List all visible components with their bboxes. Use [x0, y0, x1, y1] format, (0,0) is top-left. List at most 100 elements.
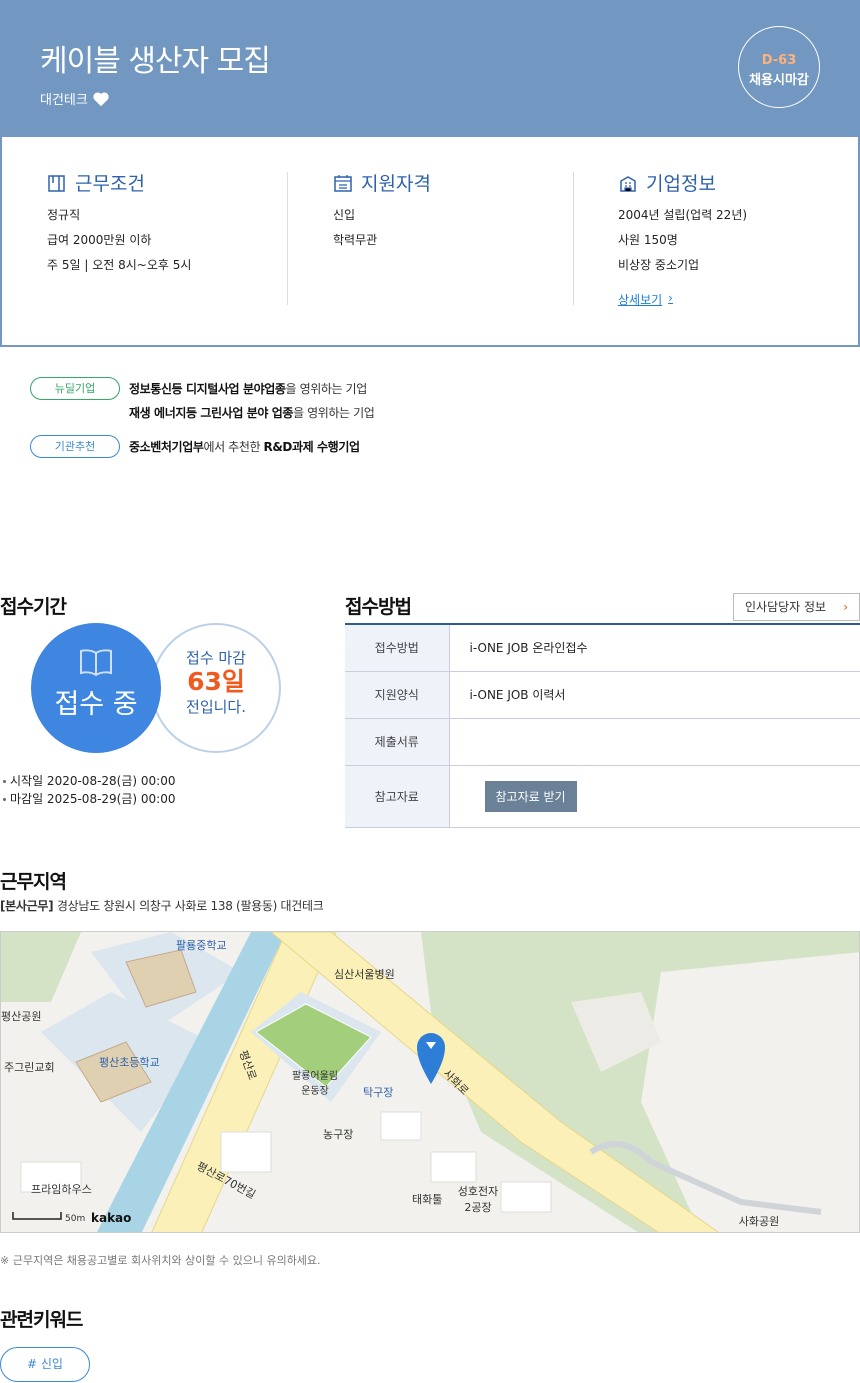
method-table: 접수방법 i-ONE JOB 온라인접수 지원양식 i-ONE JOB 이력서 제출… — [345, 623, 860, 828]
badge-line: 재생 에너지등 그린사업 분야 업종을 영위하는 기업 — [129, 404, 375, 421]
download-reference-button[interactable]: 참고자료 받기 — [484, 780, 577, 812]
newdeal-badge: 뉴딜기업 — [30, 377, 120, 400]
map-label: 탁구장 — [363, 1086, 394, 1099]
job-title: 케이블 생산자 모집 — [40, 44, 271, 79]
table-row: 접수방법 i-ONE JOB 온라인접수 — [345, 624, 860, 672]
kakao-logo: kakao — [91, 1211, 132, 1225]
chevron-right-icon: › — [668, 291, 673, 305]
corp-item: 2004년 설립(업력 22년) — [618, 208, 748, 222]
map-label: 팔룡중학교 — [176, 939, 227, 952]
work-item: 급여 2000만원 이하 — [47, 233, 152, 247]
badge-rest: 을 영위하는 기업 — [293, 406, 375, 420]
status-text: 접수 중 — [54, 689, 138, 720]
qualifications: 지원자격 신입 학력무관 — [333, 172, 583, 256]
remain-bottom: 전입니다. — [186, 698, 246, 716]
open-book-icon — [80, 649, 112, 677]
calendar-icon — [334, 174, 352, 192]
row-value: i-ONE JOB 온라인접수 — [449, 624, 860, 672]
company-info: 기업정보 2004년 설립(업력 22년) 사원 150명 비상장 중소기업 상… — [618, 172, 860, 308]
dday-count: D-63 — [761, 53, 797, 68]
badge-bold: 정보통신등 디지털사업 분야업종 — [129, 382, 286, 396]
row-value: 참고자료 받기 — [449, 765, 860, 828]
company-row: 대건테크 — [40, 89, 110, 108]
corp-title: 기업정보 — [646, 173, 716, 195]
map-label: 주그린교회 — [4, 1061, 55, 1074]
method-title: 접수방법 — [345, 596, 412, 618]
row-key: 참고자료 — [345, 765, 450, 828]
badge-rest: 을 영위하는 기업 — [285, 382, 368, 396]
corp-item: 비상장 중소기업 — [618, 258, 700, 272]
badge-bold: 중소벤처기업부 — [129, 440, 204, 454]
map-label: 사화공원 풋살장 — [738, 1215, 780, 1232]
badge-rest: 에서 추천한 — [203, 440, 264, 454]
bullet — [3, 798, 6, 801]
map-scale-label: 50m — [65, 1214, 86, 1224]
park-area — [1, 932, 81, 1002]
qual-item: 학력무관 — [333, 233, 378, 247]
book-icon — [48, 174, 65, 192]
map-label: 평산공원 — [1, 1010, 42, 1023]
corp-item: 사원 150명 — [618, 233, 678, 247]
keywords-title: 관련키워드 — [0, 1309, 83, 1331]
row-key: 제출서류 — [345, 718, 450, 766]
badge-bold: R&D과제 수행기업 — [263, 440, 360, 454]
address: [본사근무] 경상남도 창원시 의창구 사화로 138 (팔용동) 대건테크 — [0, 897, 324, 914]
dday-badge: D-63 채용시마감 — [738, 26, 820, 108]
qual-title: 지원자격 — [361, 173, 431, 195]
work-item: 주 5일 | 오전 8시~오후 5시 — [47, 258, 192, 272]
reception-title: 접수기간 — [0, 596, 67, 618]
row-value: i-ONE JOB 이력서 — [449, 671, 860, 719]
building — [220, 1131, 272, 1173]
building — [430, 1151, 477, 1183]
map-label: 태화툴 — [412, 1193, 443, 1206]
table-row: 지원양식 i-ONE JOB 이력서 — [345, 671, 860, 719]
location-title: 근무지역 — [0, 871, 67, 893]
hr-contact-button[interactable]: › 인사담당자 정보 — [733, 593, 860, 621]
table-row: 제출서류 — [345, 718, 860, 766]
table-row: 참고자료 참고자료 받기 — [345, 765, 860, 828]
map-label: 성호전자 2공장 — [457, 1185, 499, 1214]
map-label: 평산초등학교 — [99, 1056, 160, 1069]
start-date: 시작일 2020-08-28(금) 00:00 — [10, 774, 176, 788]
bullet — [3, 780, 6, 783]
address-label: [본사근무] — [0, 899, 54, 913]
badge-bold: 재생 에너지등 그린사업 분야 업종 — [129, 406, 294, 420]
detail-label: 상세보기 — [618, 293, 663, 307]
work-item: 정규직 — [47, 208, 81, 222]
address-text: 경상남도 창원시 의창구 사화로 138 (팔용동) 대건테크 — [56, 899, 324, 913]
map-label: 프라임하우스 — [31, 1183, 92, 1196]
work-title: 근무조건 — [75, 173, 145, 195]
company-name[interactable]: 대건테크 — [40, 89, 88, 108]
divider — [573, 172, 574, 305]
badge-line: 중소벤처기업부에서 추천한 R&D과제 수행기업 — [129, 438, 360, 455]
company-detail-link[interactable]: 상세보기 › — [618, 291, 673, 308]
row-key: 접수방법 — [345, 624, 450, 672]
map-label: 농구장 — [323, 1128, 354, 1141]
divider — [287, 172, 288, 305]
qual-item: 신입 — [333, 208, 356, 222]
scale-bar — [12, 1212, 62, 1220]
map-label: 심산서울병원 — [334, 968, 395, 981]
dday-label: 채용시마감 — [749, 73, 809, 88]
end-date: 마감일 2025-08-29(금) 00:00 — [10, 792, 176, 806]
agency-badge: 기관추천 — [30, 435, 120, 458]
building — [500, 1181, 552, 1213]
work-conditions: 근무조건 정규직 급여 2000만원 이하 주 5일 | 오전 8시~오후 5시 — [47, 172, 297, 281]
location-note: ※ 근무지역은 채용공고별로 회사위치와 상이할 수 있으니 유의하세요. — [0, 1254, 321, 1267]
building-icon — [620, 175, 636, 192]
remaining-circle: 접수 마감 63일 전입니다. — [151, 623, 281, 753]
map-canvas[interactable] — [1, 932, 860, 1233]
map-label: 팔룡어울림 운동장 — [292, 1071, 338, 1097]
remain-top: 접수 마감 — [186, 649, 246, 667]
row-value — [449, 718, 860, 766]
row-key: 지원양식 — [345, 671, 450, 719]
building — [380, 1111, 422, 1141]
keyword-tag[interactable]: # 신입 — [0, 1347, 90, 1382]
heart-icon[interactable] — [92, 91, 110, 107]
chevron-right-icon: › — [843, 600, 848, 614]
hr-button-label: 인사담당자 정보 — [745, 600, 827, 614]
status-circle: 접수 중 — [31, 623, 161, 753]
map[interactable]: 팔룡중학교 심산서울병원 평산공원 주그린교회 평산초등학교 평산로 팔룡어울림… — [0, 931, 860, 1233]
badge-line: 정보통신등 디지털사업 분야업종을 영위하는 기업 — [129, 380, 367, 397]
remain-days: 63일 — [187, 667, 245, 696]
